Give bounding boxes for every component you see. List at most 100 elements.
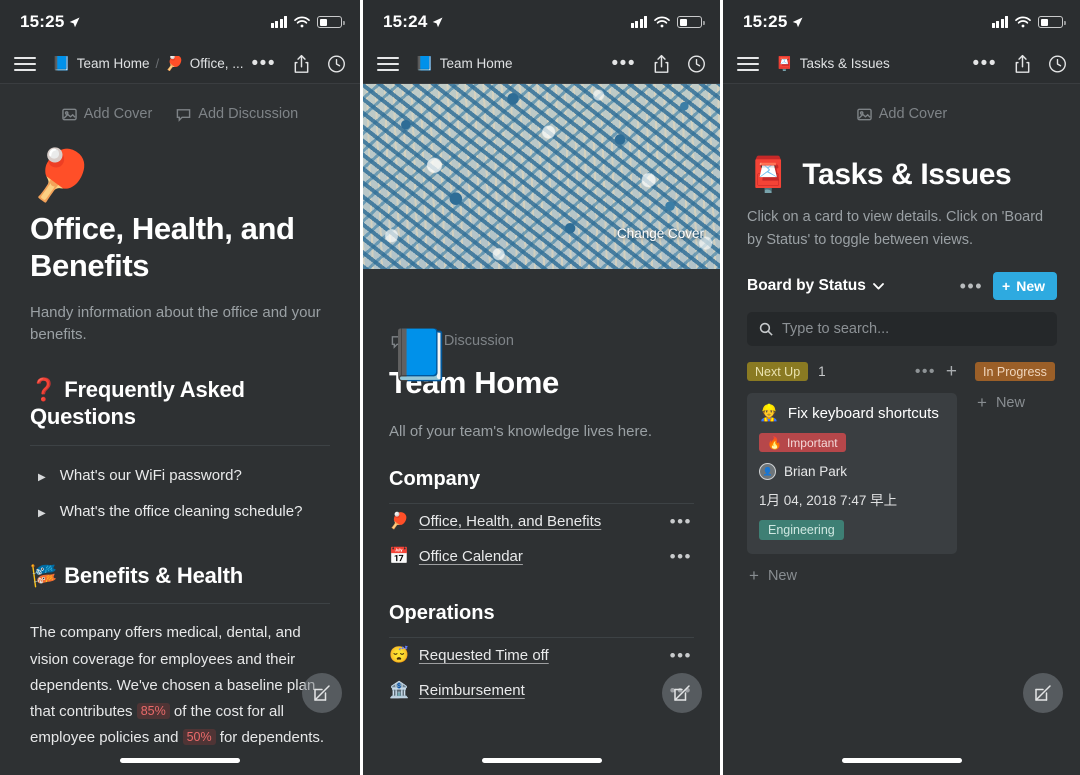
board-view-selector[interactable]: Board by Status xyxy=(747,277,884,295)
share-icon[interactable] xyxy=(652,54,671,74)
navigation-bar: 📮 Tasks & Issues ••• xyxy=(723,44,1080,84)
nav-actions: ••• xyxy=(252,54,346,74)
kanban-board: Next Up 1 ••• + 👷 Fix keyboard shortcuts xyxy=(747,362,1057,594)
signal-bars-icon xyxy=(270,16,287,28)
history-icon[interactable] xyxy=(1048,54,1067,74)
card-assignee: 👤 Brian Park xyxy=(759,463,945,481)
new-item-button[interactable]: + New xyxy=(993,272,1057,301)
link-group: 😴 Requested Time off xyxy=(389,647,549,664)
hamburger-menu-icon[interactable] xyxy=(737,56,759,71)
history-icon[interactable] xyxy=(687,54,706,74)
priority-badge: 🔥 Important xyxy=(759,433,846,453)
share-icon[interactable] xyxy=(1013,54,1032,74)
assignee-name: Brian Park xyxy=(784,464,848,480)
add-cover-label: Add Cover xyxy=(878,106,948,122)
change-cover-button[interactable]: Change Cover xyxy=(617,226,704,241)
edit-compose-icon xyxy=(674,685,690,701)
postbox-icon[interactable]: 📮 xyxy=(747,158,789,192)
three-phone-screenshots: 15:25 📘 Team Home / 🏓 Office, ... ••• Ad… xyxy=(0,0,1080,775)
breadcrumb-item-office[interactable]: 🏓 Office, ... xyxy=(165,56,243,71)
row-more-options-icon[interactable]: ••• xyxy=(670,513,692,530)
divider xyxy=(30,444,330,446)
add-cover-button[interactable]: Add Cover xyxy=(62,106,152,122)
breadcrumb-item-tasks-issues[interactable]: 📮 Tasks & Issues xyxy=(775,56,890,71)
list-item[interactable]: ▶ What's the office cleaning schedule? xyxy=(30,496,330,532)
page-title: Tasks & Issues xyxy=(802,158,1012,191)
card-date: 1月 04, 2018 7:47 早上 xyxy=(759,493,898,509)
page-subtitle: Click on a card to view details. Click o… xyxy=(747,209,1044,249)
page-title-row: 📮 Tasks & Issues xyxy=(747,158,1057,192)
image-icon xyxy=(62,108,77,120)
benefits-text-3: for dependents. xyxy=(215,729,325,747)
phone-panel-tasks-issues: 15:25 📮 Tasks & Issues ••• Add Cover 📮 T… xyxy=(723,0,1080,775)
column-add-icon[interactable]: + xyxy=(946,362,957,381)
search-bar[interactable] xyxy=(747,312,1057,347)
list-item[interactable]: 😴 Requested Time off ••• xyxy=(389,638,694,673)
board-more-options-icon[interactable]: ••• xyxy=(960,277,983,295)
more-options-icon[interactable]: ••• xyxy=(252,54,276,73)
add-card-button[interactable]: + New xyxy=(975,394,1080,411)
signal-bars-icon xyxy=(991,16,1008,28)
cover-image[interactable]: Change Cover xyxy=(363,84,720,269)
image-icon xyxy=(856,108,872,120)
wifi-icon xyxy=(654,16,670,28)
breadcrumb-item-team-home[interactable]: 📘 Team Home xyxy=(52,56,149,71)
status-time: 15:25 xyxy=(743,12,788,31)
chevron-right-icon[interactable]: ▶ xyxy=(38,503,46,525)
compose-fab-button[interactable] xyxy=(1023,673,1063,713)
location-arrow-icon xyxy=(793,17,803,27)
page-emoji-ping-pong-icon[interactable]: 🏓 xyxy=(30,150,330,200)
search-icon xyxy=(759,323,773,337)
row-more-options-icon[interactable]: ••• xyxy=(670,647,692,664)
home-indicator xyxy=(481,758,602,763)
column-more-options-icon[interactable]: ••• xyxy=(915,364,936,380)
list-item[interactable]: ▶ What's our WiFi password? xyxy=(30,460,330,496)
battery-icon xyxy=(1038,16,1066,28)
status-badge[interactable]: In Progress xyxy=(975,362,1055,382)
add-discussion-label: Add Discussion xyxy=(198,106,299,122)
history-icon[interactable] xyxy=(327,54,346,74)
location-arrow-icon xyxy=(433,17,443,27)
add-discussion-button[interactable]: Add Discussion xyxy=(176,106,298,122)
list-item[interactable]: 📅 Office Calendar ••• xyxy=(389,539,694,574)
list-item[interactable]: 🏦 Reimbursement ••• xyxy=(389,673,694,708)
more-options-icon[interactable]: ••• xyxy=(973,54,997,73)
compose-fab-button[interactable] xyxy=(662,673,702,713)
status-badge[interactable]: Next Up xyxy=(747,362,809,382)
compose-fab-button[interactable] xyxy=(302,673,342,713)
faq-heading-text: Frequently Asked Questions xyxy=(30,376,245,430)
fire-icon: 🔥 xyxy=(767,435,782,450)
hamburger-menu-icon[interactable] xyxy=(377,56,399,71)
wifi-icon xyxy=(1015,16,1031,28)
page-content: 🏓 Office, Health, and Benefits Handy inf… xyxy=(0,150,360,752)
page-link[interactable]: Reimbursement xyxy=(419,682,525,699)
page-link[interactable]: Office, Health, and Benefits xyxy=(419,513,601,530)
ping-pong-icon: 🏓 xyxy=(389,512,409,530)
share-icon[interactable] xyxy=(292,54,311,74)
edit-compose-icon xyxy=(314,685,330,701)
page-emoji-notebook-icon[interactable]: 📘 xyxy=(389,330,451,380)
breadcrumb: 📘 Team Home / 🏓 Office, ... xyxy=(52,56,244,71)
task-card[interactable]: 👷 Fix keyboard shortcuts 🔥 Important 👤 B… xyxy=(747,393,957,555)
benefits-heading-text: Benefits & Health xyxy=(64,562,243,588)
page-subtitle: Handy information about the office and y… xyxy=(30,304,321,344)
add-cover-button[interactable]: Add Cover xyxy=(856,106,948,122)
page-link[interactable]: Requested Time off xyxy=(419,647,549,664)
list-item[interactable]: 🏓 Office, Health, and Benefits ••• xyxy=(389,504,694,539)
add-card-button[interactable]: + New xyxy=(747,566,957,586)
section-heading-company: Company xyxy=(389,468,481,490)
more-options-icon[interactable]: ••• xyxy=(612,54,636,73)
row-more-options-icon[interactable]: ••• xyxy=(670,548,692,565)
search-input[interactable] xyxy=(782,321,1045,338)
phone-panel-office-health-benefits: 15:25 📘 Team Home / 🏓 Office, ... ••• Ad… xyxy=(0,0,360,775)
plus-icon: + xyxy=(749,566,759,586)
board-column-in-progress: In Progress + New xyxy=(975,362,1080,584)
link-group: 📅 Office Calendar xyxy=(389,548,523,565)
battery-icon xyxy=(677,16,705,28)
breadcrumb: 📘 Team Home xyxy=(415,56,604,71)
chevron-right-icon[interactable]: ▶ xyxy=(38,467,46,489)
column-header: Next Up 1 ••• + xyxy=(747,362,957,382)
page-link[interactable]: Office Calendar xyxy=(419,548,523,565)
breadcrumb-item-team-home[interactable]: 📘 Team Home xyxy=(415,56,512,71)
hamburger-menu-icon[interactable] xyxy=(14,56,36,71)
